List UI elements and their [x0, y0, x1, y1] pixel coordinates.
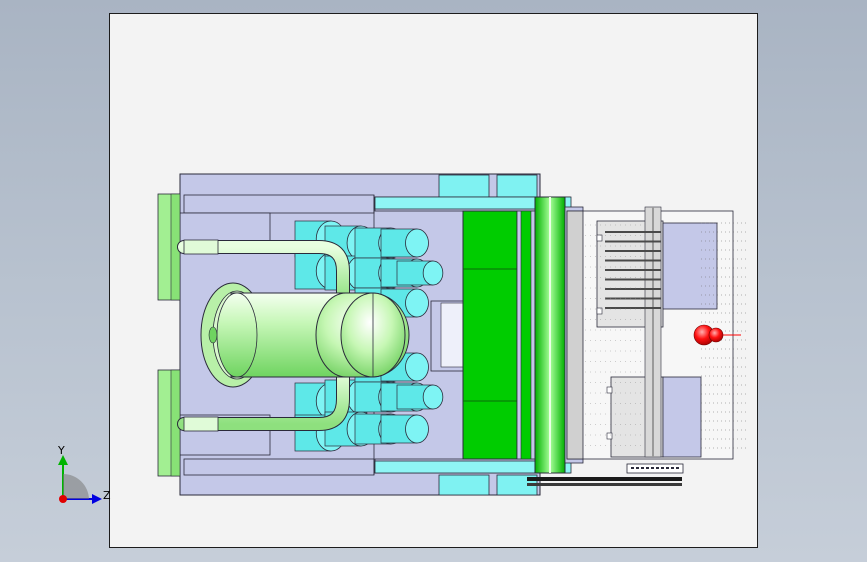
y-axis-label: Y [57, 444, 65, 457]
z-axis-label: Z [103, 489, 111, 502]
cylinder [380, 228, 429, 258]
cad-model[interactable] [110, 14, 757, 547]
main-cylinder[interactable] [200, 282, 410, 388]
left-clamp-plates[interactable] [157, 193, 181, 477]
cylinder [396, 384, 444, 410]
cylinder [380, 414, 429, 444]
green-platen[interactable] [462, 196, 584, 474]
view-orientation-triad: Y Z [57, 444, 111, 504]
red-marker[interactable] [693, 324, 741, 346]
cylinder [396, 260, 444, 286]
graphics-viewport[interactable] [109, 13, 758, 548]
